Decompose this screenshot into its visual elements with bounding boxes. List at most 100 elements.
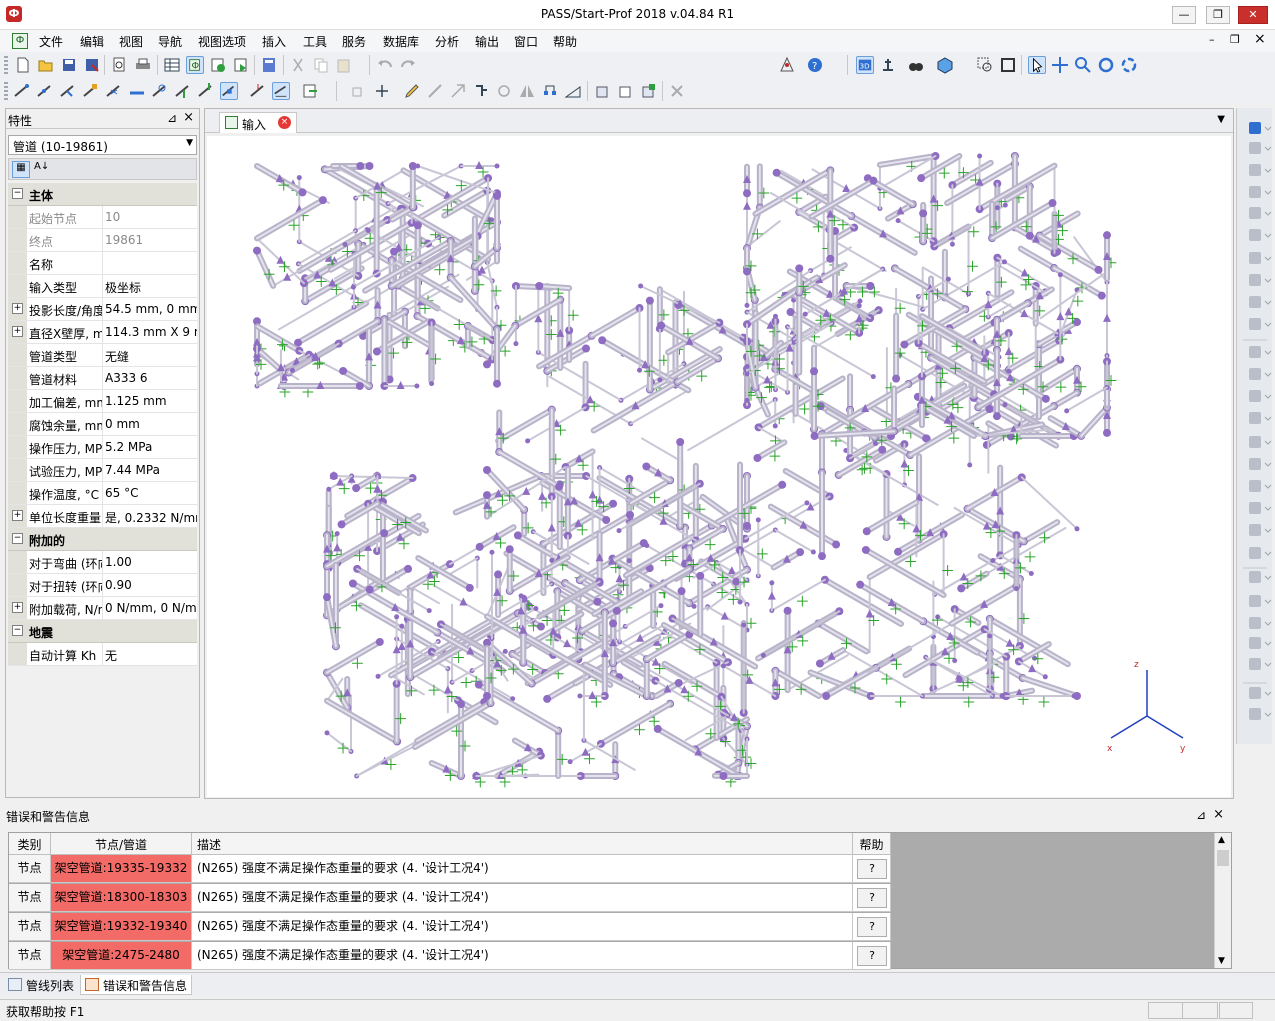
menu-navigate[interactable]: 导航	[158, 33, 182, 50]
property-value[interactable]: 极坐标	[105, 279, 197, 296]
property-row[interactable]: + 直径X壁厚, mm114.3 mm X 9 mm	[8, 321, 197, 344]
fitting-node[interactable]	[1002, 202, 1008, 208]
export-icon[interactable]	[301, 82, 319, 100]
fitting-node[interactable]	[1002, 402, 1008, 408]
valve-symbol[interactable]	[743, 201, 751, 210]
fitting-node[interactable]	[348, 579, 357, 588]
pin-icon[interactable]: ⊿	[167, 111, 177, 125]
valve-symbol[interactable]	[588, 490, 597, 499]
menu-analysis[interactable]: 分析	[435, 33, 459, 50]
fitting-node[interactable]	[870, 374, 876, 380]
close-icon[interactable]: ×	[1213, 807, 1224, 822]
property-row[interactable]: 试验压力, MPa 7.44 MPa	[8, 459, 197, 482]
chevron-down-icon[interactable]	[1264, 416, 1272, 421]
fitting-node[interactable]	[822, 692, 831, 700]
fitting-node[interactable]	[535, 282, 544, 290]
property-value[interactable]: A333 6	[105, 371, 197, 385]
fitting-node[interactable]	[802, 311, 808, 317]
fitting-node[interactable]	[810, 432, 819, 440]
property-row[interactable]: 对于弯曲 (环向)1.00	[8, 551, 197, 574]
fitting-node[interactable]	[810, 367, 819, 376]
fitting-node[interactable]	[878, 445, 887, 454]
chevron-down-icon[interactable]	[1264, 528, 1272, 533]
fitting-node[interactable]	[674, 678, 683, 687]
toolbar-grip[interactable]	[4, 82, 8, 100]
column-divider[interactable]	[102, 574, 103, 596]
palette-element-icon[interactable]	[1249, 229, 1261, 241]
fitting-node[interactable]	[642, 462, 651, 471]
fitting-node[interactable]	[598, 336, 607, 345]
menu-database[interactable]: 数据库	[383, 33, 419, 50]
fitting-node[interactable]	[426, 608, 432, 614]
menu-file[interactable]: 文件	[39, 33, 63, 50]
snap-node-icon[interactable]	[249, 82, 267, 100]
column-divider[interactable]	[102, 505, 103, 527]
property-category[interactable]: − 附加的	[8, 528, 197, 551]
fitting-node[interactable]	[783, 606, 792, 615]
chevron-down-icon[interactable]	[1264, 322, 1272, 327]
pipe-highlight[interactable]	[326, 699, 399, 743]
fitting-node[interactable]	[772, 423, 778, 429]
error-scrollbar[interactable]: ▲ ▼	[1214, 833, 1231, 968]
mdi-restore-button[interactable]: ❐	[1230, 33, 1240, 46]
fitting-node[interactable]	[894, 547, 903, 556]
fitting-node[interactable]	[815, 659, 824, 668]
scroll-down-icon[interactable]: ▼	[1218, 956, 1225, 966]
error-description[interactable]: (N265) 强度不满足操作态重量的要求 (4. '设计工况4')	[192, 884, 853, 912]
snap-pipe-icon[interactable]	[272, 82, 290, 100]
fitting-node[interactable]	[639, 539, 648, 548]
palette-element-icon[interactable]	[1249, 458, 1261, 470]
property-category[interactable]: − 主体	[8, 183, 197, 206]
tab-list-chevron-icon[interactable]: ▼	[1217, 114, 1225, 125]
valve-symbol[interactable]	[1103, 313, 1111, 322]
fitting-node[interactable]	[744, 302, 750, 308]
chevron-down-icon[interactable]: ▼	[186, 138, 193, 148]
pipe-highlight[interactable]	[417, 557, 471, 589]
fitting-node[interactable]	[609, 499, 618, 508]
fitting-node[interactable]	[493, 191, 501, 200]
valve-symbol[interactable]	[538, 491, 547, 500]
menu-edit[interactable]: 编辑	[80, 33, 104, 50]
valve-symbol[interactable]	[767, 591, 776, 600]
fitting-node[interactable]	[394, 614, 400, 620]
fitting-node[interactable]	[744, 371, 750, 377]
orbit-icon[interactable]	[1120, 56, 1138, 74]
chevron-down-icon[interactable]	[1264, 551, 1272, 556]
property-row[interactable]: 起始节点 10	[8, 206, 197, 229]
fitting-node[interactable]	[755, 517, 761, 523]
pipe-segment[interactable]	[762, 610, 841, 657]
property-row[interactable]: + 附加载荷, N/mm0 N/mm, 0 N/mm	[8, 597, 197, 620]
fitting-node[interactable]	[493, 379, 501, 388]
fitting-node[interactable]	[318, 196, 327, 205]
fitting-node[interactable]	[350, 284, 356, 290]
tee-tool-icon[interactable]	[59, 82, 77, 100]
chevron-down-icon[interactable]	[1264, 126, 1272, 131]
fitting-node[interactable]	[365, 162, 374, 170]
support-tool-icon[interactable]	[174, 82, 192, 100]
palette-element-icon[interactable]	[1249, 547, 1261, 559]
error-category[interactable]: 节点	[9, 855, 51, 883]
fitting-node[interactable]	[352, 484, 361, 493]
zoom-window-icon[interactable]	[976, 56, 994, 74]
property-row[interactable]: 操作温度, °C 65 °C	[8, 482, 197, 505]
column-divider[interactable]	[102, 252, 103, 274]
print-preview-icon[interactable]	[110, 56, 128, 74]
fitting-node[interactable]	[981, 348, 990, 357]
valve-symbol[interactable]	[615, 574, 624, 583]
fitting-node[interactable]	[990, 558, 996, 564]
property-value[interactable]: 114.3 mm X 9 mm	[105, 325, 197, 339]
error-element[interactable]: 架空管道:2475-2480	[51, 942, 192, 970]
fitting-node[interactable]	[900, 340, 909, 349]
redo-icon[interactable]	[399, 56, 417, 74]
fitting-node[interactable]	[856, 303, 862, 309]
chevron-down-icon[interactable]	[1264, 211, 1272, 216]
menu-window[interactable]: 窗口	[514, 33, 538, 50]
pipe-segment[interactable]	[757, 426, 786, 444]
node-tool-icon[interactable]	[778, 56, 796, 74]
valve-tool-icon[interactable]	[105, 82, 123, 100]
fitting-node[interactable]	[786, 308, 795, 317]
expand-icon[interactable]: +	[12, 510, 23, 521]
fitting-node[interactable]	[795, 264, 804, 273]
property-value[interactable]: 1.00	[105, 555, 197, 569]
fitting-node[interactable]	[982, 440, 991, 449]
